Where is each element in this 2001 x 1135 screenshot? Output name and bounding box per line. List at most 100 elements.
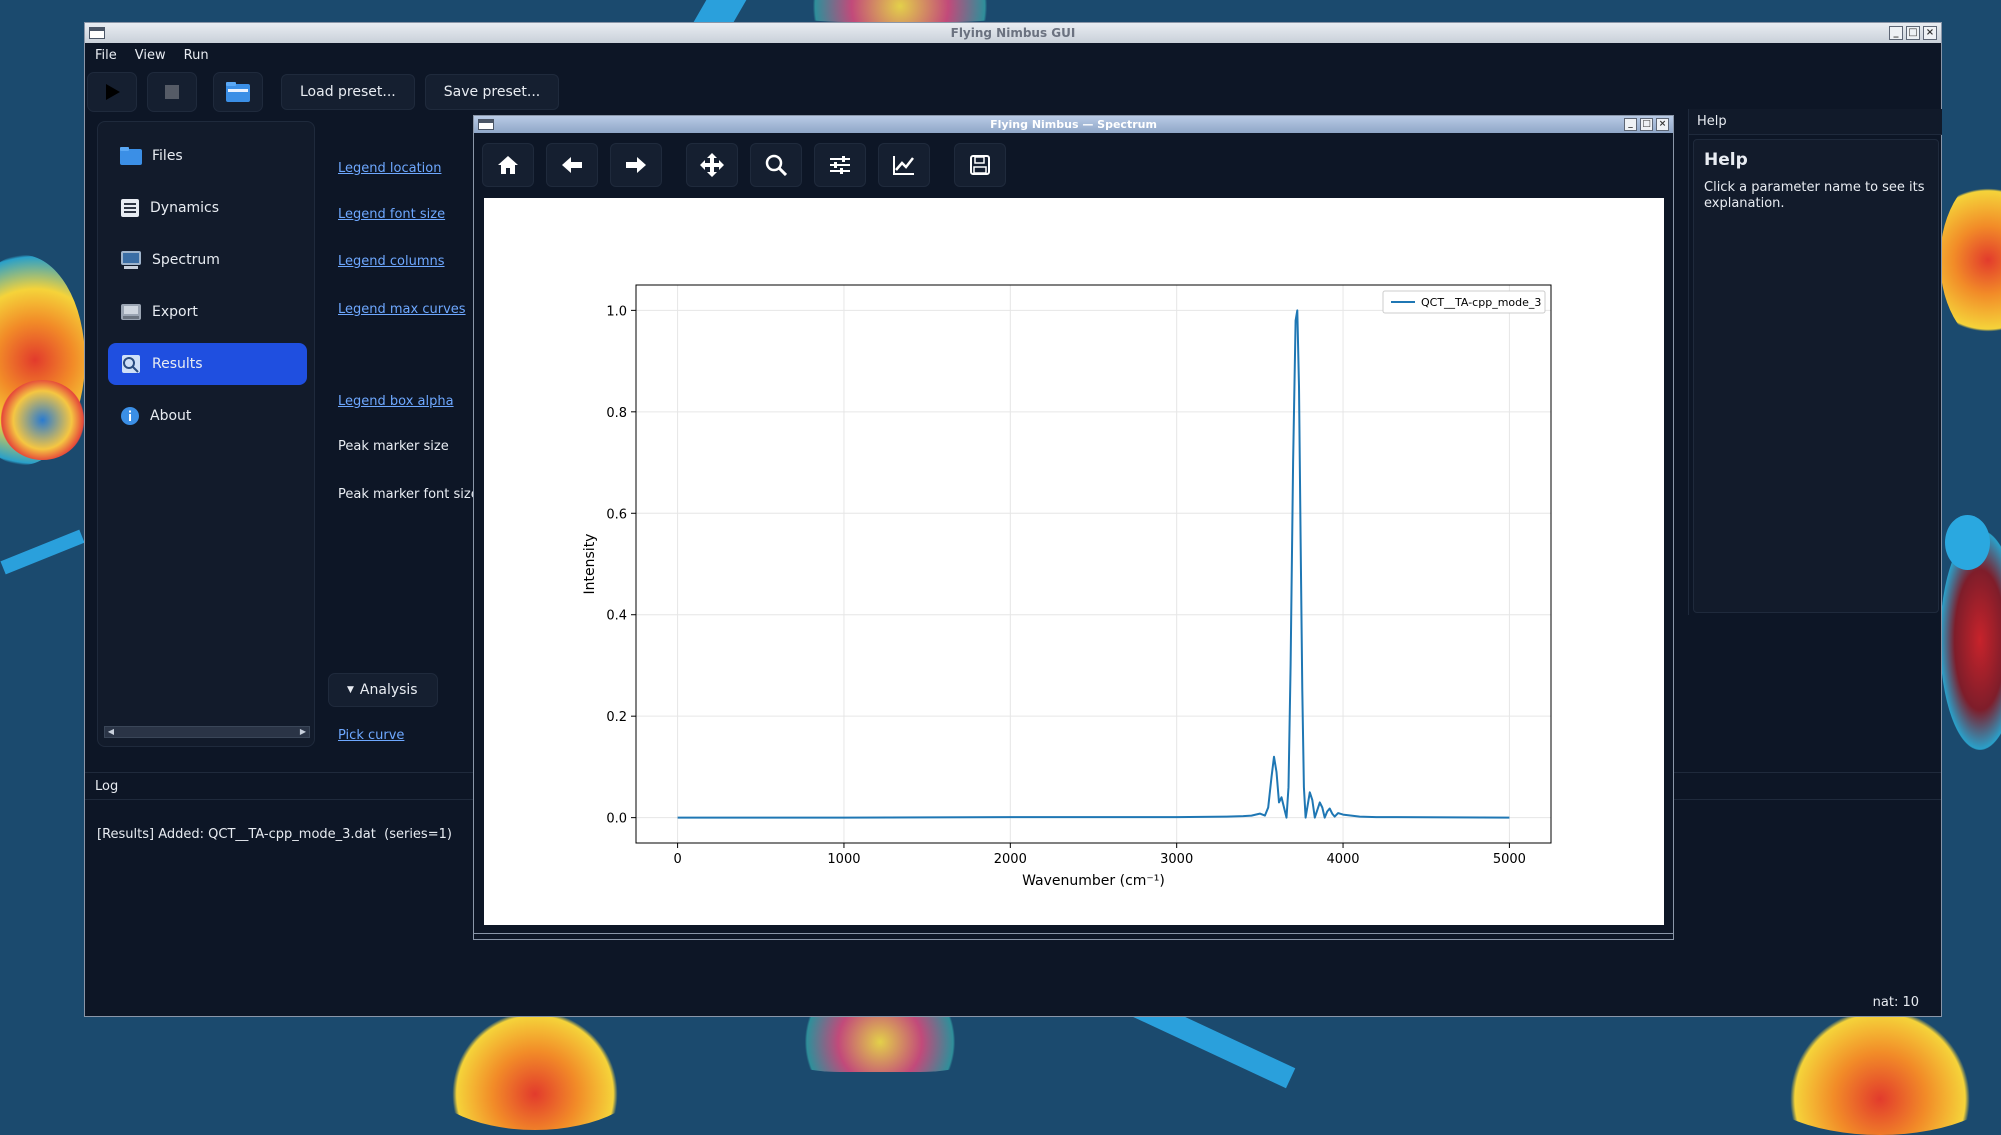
sidebar-item-files[interactable]: Files — [108, 135, 307, 177]
wallpaper-art — [0, 380, 85, 460]
folder-icon — [226, 82, 250, 102]
legend-label: QCT__TA-cpp_mode_3 — [1421, 296, 1541, 309]
close-button[interactable]: × — [1656, 118, 1669, 131]
help-panel-header: Help — [1689, 109, 1942, 135]
window-menu-icon[interactable] — [89, 27, 105, 39]
window-menu-icon[interactable] — [478, 119, 494, 130]
y-tick-label: 0.4 — [606, 609, 627, 624]
status-text: nat: 10 — [1872, 995, 1919, 1010]
back-icon — [562, 157, 582, 173]
menu-file[interactable]: File — [95, 48, 117, 63]
forward-button[interactable] — [610, 143, 662, 187]
main-titlebar[interactable]: Flying Nimbus GUI _ □ × — [85, 23, 1941, 43]
sidebar-item-spectrum[interactable]: Spectrum — [108, 239, 307, 281]
help-title: Help — [1704, 150, 1748, 170]
param-legend-location[interactable]: Legend location — [338, 161, 441, 176]
x-tick-label: 4000 — [1326, 852, 1359, 867]
load-preset-button[interactable]: Load preset... — [281, 74, 415, 110]
param-peak-marker-size: Peak marker size — [338, 439, 449, 454]
pan-icon — [700, 153, 724, 177]
edit-axes-icon — [893, 156, 914, 175]
x-tick-label: 3000 — [1160, 852, 1193, 867]
help-panel: Help Help Click a parameter name to see … — [1688, 109, 1942, 615]
forward-icon — [626, 157, 646, 173]
save-figure-button[interactable] — [954, 143, 1006, 187]
document-icon — [121, 199, 139, 217]
pan-button[interactable] — [686, 143, 738, 187]
minimize-button[interactable]: _ — [1889, 26, 1903, 40]
sidebar-item-label: Results — [152, 356, 203, 372]
log-line: [Results] Added: QCT__TA-cpp_mode_3.dat … — [97, 827, 452, 842]
chevron-down-icon: ▼ — [347, 685, 354, 695]
stop-icon — [165, 85, 179, 99]
y-tick-label: 1.0 — [606, 304, 627, 319]
zoom-icon — [765, 154, 787, 176]
info-icon — [121, 407, 139, 425]
maximize-button[interactable]: □ — [1640, 118, 1653, 131]
x-tick-label: 2000 — [994, 852, 1027, 867]
results-icon — [122, 355, 140, 373]
x-tick-label: 1000 — [827, 852, 860, 867]
wallpaper-art — [420, 1010, 650, 1130]
param-legend-box-alpha[interactable]: Legend box alpha — [338, 394, 454, 409]
spectrum-window-bottom — [474, 933, 1673, 939]
stop-button[interactable] — [147, 72, 197, 112]
run-button[interactable] — [87, 72, 137, 112]
maximize-button[interactable]: □ — [1906, 26, 1920, 40]
wallpaper-art — [1945, 515, 1990, 570]
series-line — [677, 309, 1510, 819]
plot-canvas[interactable]: 0 1000 2000 3000 4000 5000 0.0 0.2 0.4 0.6 0.8 1.0 W… — [484, 198, 1664, 925]
analysis-label: Analysis — [359, 682, 418, 698]
scroll-right-icon[interactable]: ▶ — [297, 727, 309, 737]
sidebar-item-dynamics[interactable]: Dynamics — [108, 187, 307, 229]
zoom-button[interactable] — [750, 143, 802, 187]
menu-run[interactable]: Run — [184, 48, 209, 63]
param-pick-curve[interactable]: Pick curve — [338, 728, 404, 743]
home-button[interactable] — [482, 143, 534, 187]
param-legend-columns[interactable]: Legend columns — [338, 254, 445, 269]
sidebar-item-label: Spectrum — [152, 252, 220, 268]
plot-toolbar — [482, 143, 1006, 187]
x-tick-label: 5000 — [1493, 852, 1526, 867]
y-tick-label: 0.0 — [606, 812, 627, 827]
wallpaper-art — [780, 1012, 980, 1072]
disk-icon — [121, 304, 141, 320]
minimize-button[interactable]: _ — [1624, 118, 1637, 131]
sidebar-item-about[interactable]: About — [108, 395, 307, 437]
sidebar-item-label: Export — [152, 304, 198, 320]
open-folder-button[interactable] — [213, 72, 263, 112]
help-box: Help Click a parameter name to see its e… — [1693, 139, 1939, 613]
sidebar-item-label: Files — [152, 148, 183, 164]
wallpaper-art — [780, 0, 1020, 22]
wallpaper-beam — [693, 0, 747, 22]
y-tick-label: 0.6 — [606, 507, 627, 522]
close-button[interactable]: × — [1923, 26, 1937, 40]
scroll-left-icon[interactable]: ◀ — [105, 727, 117, 737]
window-title: Flying Nimbus GUI — [950, 26, 1076, 40]
y-tick-label: 0.2 — [606, 710, 627, 725]
edit-axes-button[interactable] — [878, 143, 930, 187]
play-icon — [106, 84, 120, 100]
analysis-toggle-button[interactable]: ▼ Analysis — [328, 673, 438, 707]
sidebar-item-label: About — [150, 408, 192, 424]
configure-button[interactable] — [814, 143, 866, 187]
x-axis-label: Wavenumber (cm⁻¹) — [1022, 873, 1165, 889]
param-peak-marker-font-size: Peak marker font size — [338, 487, 474, 502]
save-preset-button[interactable]: Save preset... — [424, 74, 560, 110]
menu-view[interactable]: View — [135, 48, 166, 63]
spectrum-chart: 0 1000 2000 3000 4000 5000 0.0 0.2 0.4 0.6 0.8 1.0 W… — [582, 284, 1552, 889]
sidebar-item-export[interactable]: Export — [108, 291, 307, 333]
param-legend-max-curves[interactable]: Legend max curves — [338, 302, 466, 317]
spectrum-titlebar[interactable]: Flying Nimbus — Spectrum _ □ × — [474, 116, 1673, 133]
sidebar-item-results[interactable]: Results — [108, 343, 307, 385]
computer-icon — [121, 251, 141, 269]
help-text: Click a parameter name to see its explan… — [1704, 180, 1925, 211]
axes-frame — [635, 284, 1552, 844]
spectrum-window-title: Flying Nimbus — Spectrum — [990, 118, 1157, 131]
configure-icon — [830, 156, 850, 174]
save-icon — [970, 155, 990, 175]
back-button[interactable] — [546, 143, 598, 187]
sidebar: Files Dynamics Spectrum Export Results A… — [97, 121, 315, 747]
param-legend-font-size[interactable]: Legend font size — [338, 207, 445, 222]
sidebar-scrollbar[interactable]: ◀ ▶ — [104, 726, 310, 738]
